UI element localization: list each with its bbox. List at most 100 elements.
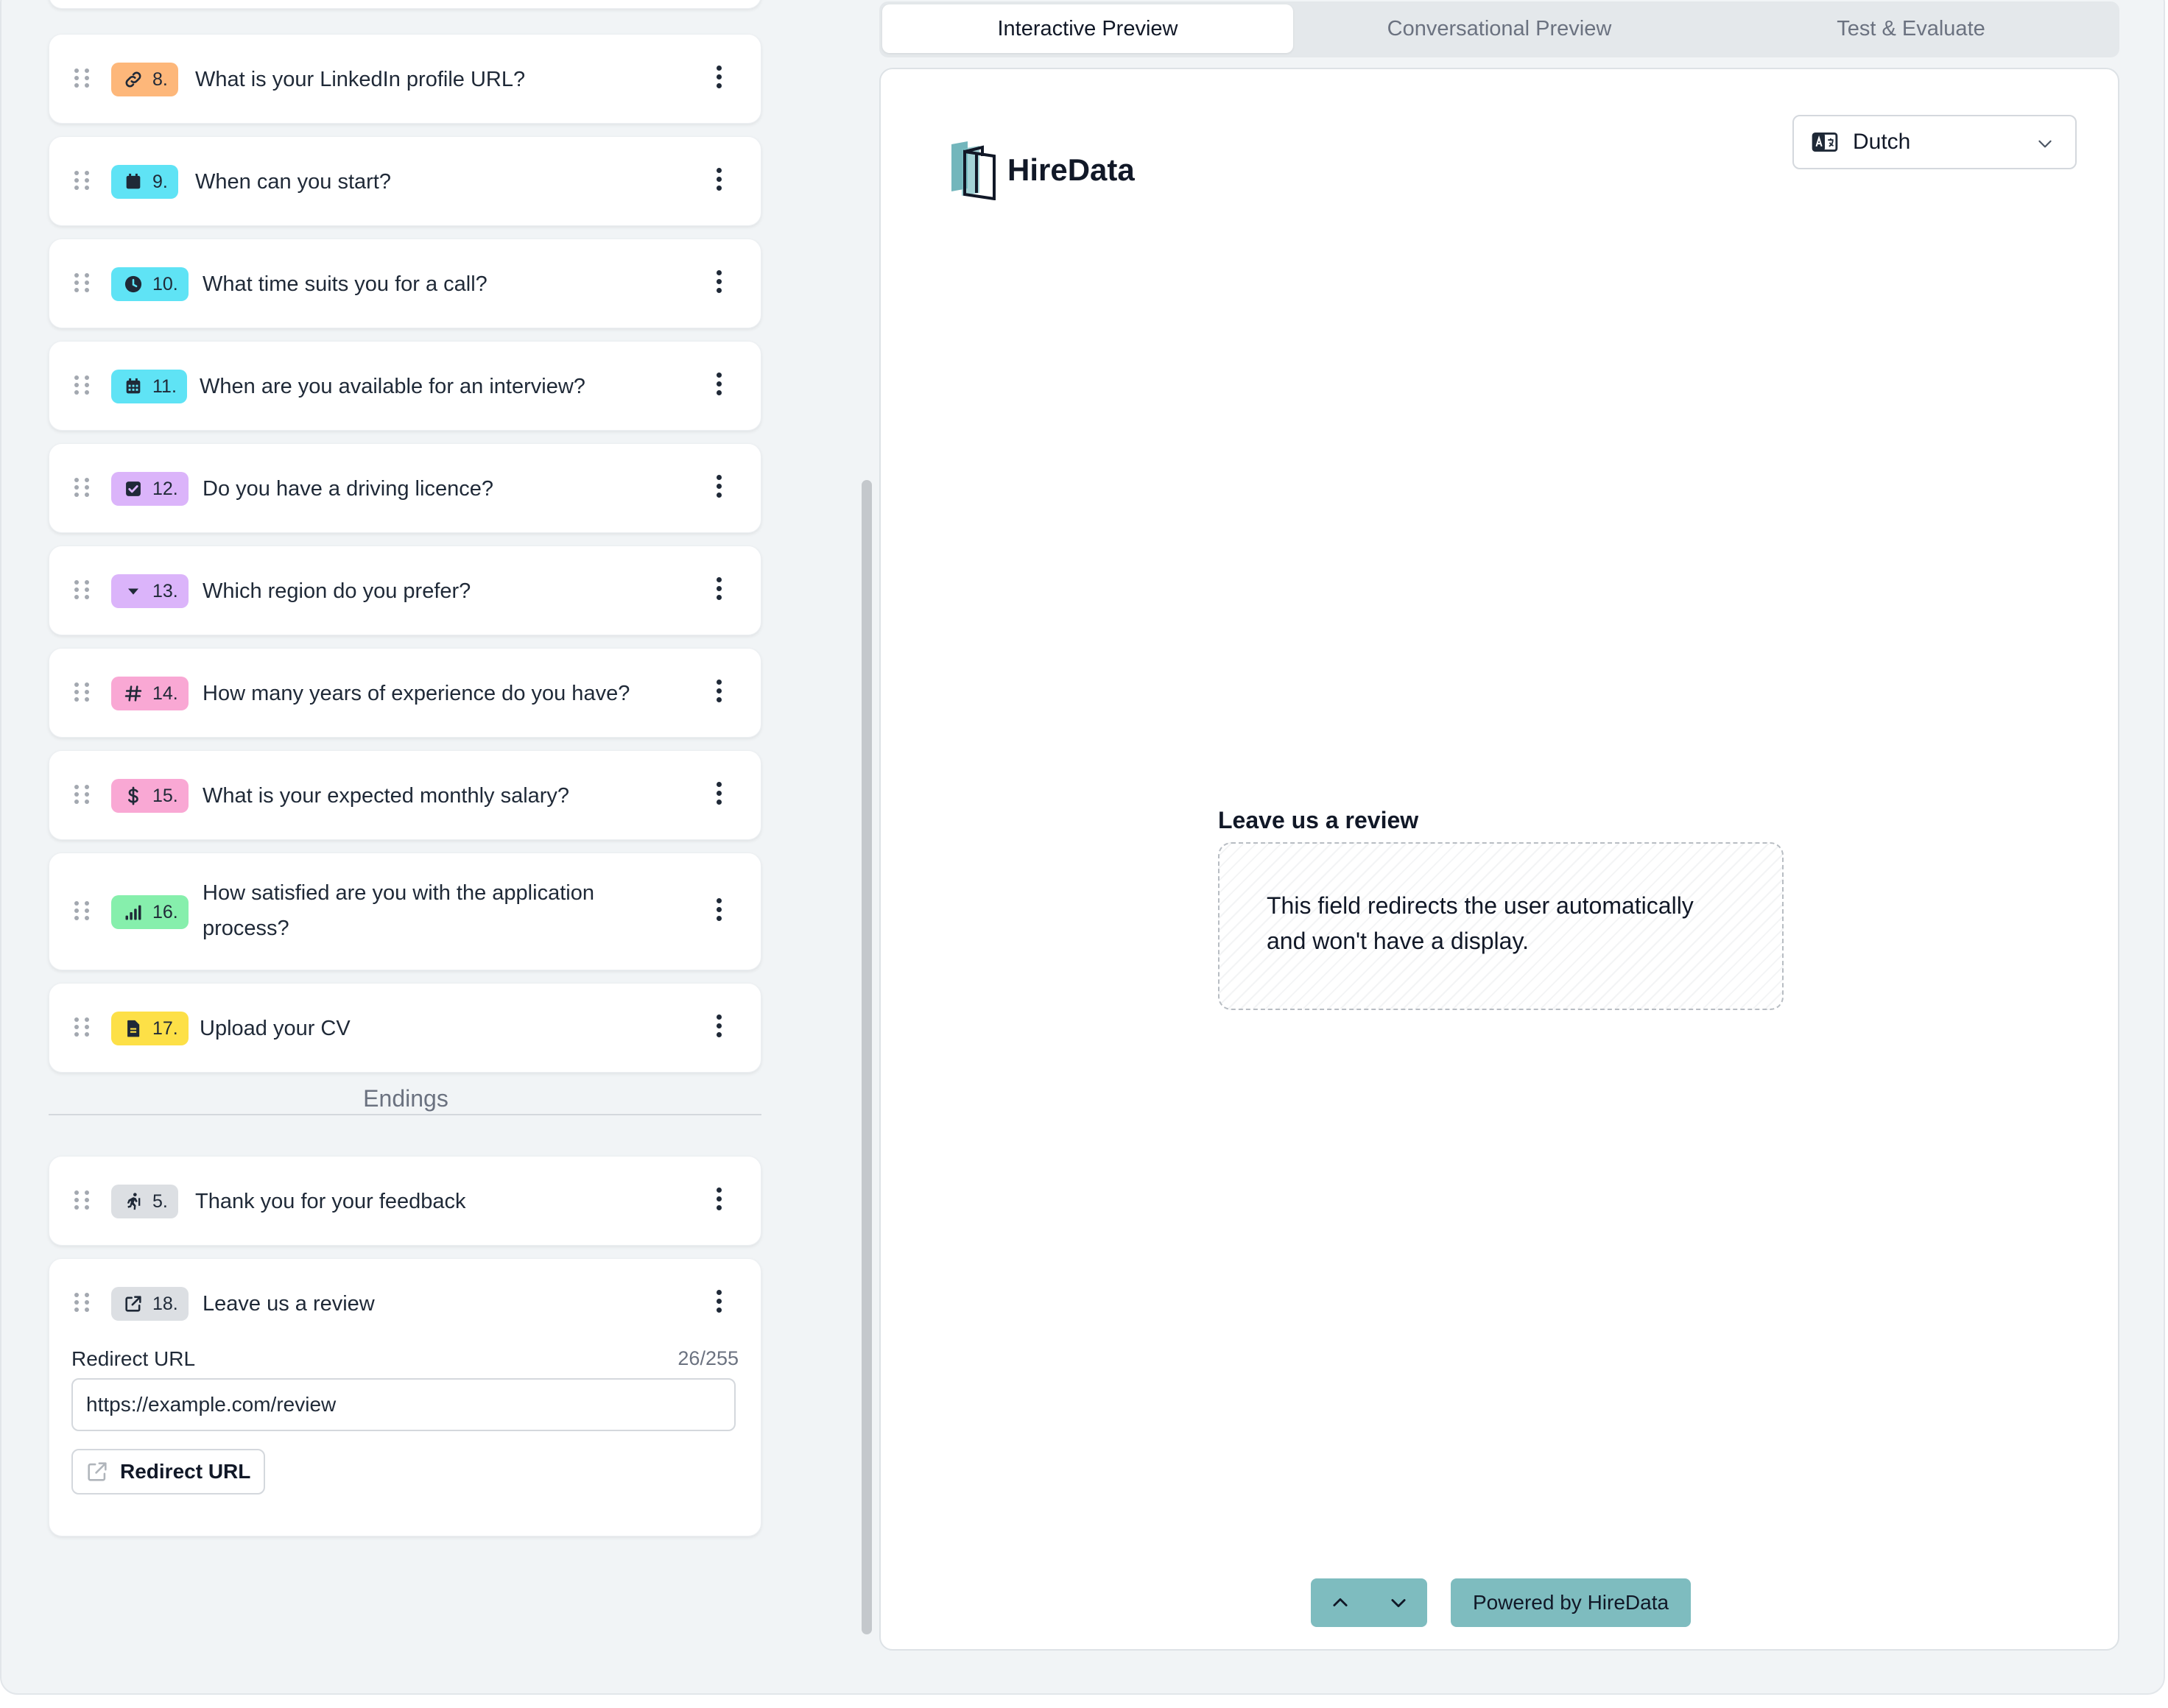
drag-handle-icon[interactable] xyxy=(74,901,89,920)
redirect-url-input[interactable]: https://example.com/review xyxy=(71,1378,736,1431)
redirect-url-button[interactable]: Redirect URL xyxy=(71,1449,266,1494)
preview-panel: HireData Dutch Leave us a review This fi… xyxy=(879,68,2119,1651)
question-text: When are you available for an interview? xyxy=(200,375,585,398)
tab-conversational-preview[interactable]: Conversational Preview xyxy=(1296,4,1703,53)
drag-handle-icon[interactable] xyxy=(74,1190,89,1210)
question-type-badge: 16. xyxy=(111,895,189,929)
hiredata-logo-icon xyxy=(951,141,996,200)
question-card[interactable]: 12. Do you have a driving licence? xyxy=(49,443,761,533)
powered-by-badge[interactable]: Powered by HireData xyxy=(1451,1578,1691,1627)
ending-card[interactable]: 5. Thank you for your feedback xyxy=(49,1156,761,1246)
more-options-icon[interactable] xyxy=(715,66,722,88)
question-card[interactable]: 14. How many years of experience do you … xyxy=(49,648,761,738)
drag-handle-icon[interactable] xyxy=(74,1293,89,1312)
question-type-badge: 17. xyxy=(111,1012,189,1045)
drag-handle-icon[interactable] xyxy=(74,68,89,88)
question-card[interactable]: 8. What is your LinkedIn profile URL? xyxy=(49,34,761,124)
question-type-badge: 10. xyxy=(111,267,189,301)
redirect-url-button-label: Redirect URL xyxy=(120,1460,251,1483)
hash-icon xyxy=(124,685,142,702)
question-card[interactable]: 11. When are you available for an interv… xyxy=(49,341,761,431)
question-list[interactable]: 8. What is your LinkedIn profile URL? 9.… xyxy=(1,0,841,1693)
drag-handle-icon[interactable] xyxy=(74,171,89,190)
external-link-icon xyxy=(125,1296,141,1312)
more-options-icon[interactable] xyxy=(715,1014,722,1037)
ending-card-expanded[interactable]: 18. Leave us a review Redirect URL 26/25… xyxy=(49,1258,761,1536)
question-number: 14. xyxy=(152,682,178,704)
preview-tabs: Interactive Preview Conversational Previ… xyxy=(879,1,2119,57)
chevron-down-icon xyxy=(1390,1599,1406,1608)
list-scrollbar[interactable] xyxy=(862,480,872,1634)
endings-heading: Endings xyxy=(351,1085,461,1112)
drag-handle-icon[interactable] xyxy=(74,478,89,497)
question-card[interactable]: 17. Upload your CV xyxy=(49,983,761,1073)
question-text: Do you have a driving licence? xyxy=(203,477,493,501)
question-card[interactable]: 15. What is your expected monthly salary… xyxy=(49,750,761,840)
question-card[interactable]: 16. How satisfied are you with the appli… xyxy=(49,853,761,970)
tab-interactive-preview[interactable]: Interactive Preview xyxy=(882,4,1293,53)
previous-button[interactable] xyxy=(1311,1578,1369,1627)
more-options-icon[interactable] xyxy=(715,680,722,702)
drag-handle-icon[interactable] xyxy=(74,1017,89,1037)
question-text: Which region do you prefer? xyxy=(203,579,471,603)
question-card[interactable]: 9. When can you start? xyxy=(49,136,761,226)
more-options-icon[interactable] xyxy=(715,782,722,805)
question-type-badge: 15. xyxy=(111,779,189,813)
more-options-icon[interactable] xyxy=(715,373,722,395)
question-text: How satisfied are you with the applicati… xyxy=(203,881,594,940)
more-options-icon[interactable] xyxy=(715,1188,722,1210)
language-value: Dutch xyxy=(1853,130,1911,154)
question-card[interactable]: 13. Which region do you prefer? xyxy=(49,546,761,635)
question-type-badge: 14. xyxy=(111,677,189,710)
more-options-icon[interactable] xyxy=(715,168,722,191)
brand-name: HireData xyxy=(1007,152,1135,187)
next-button[interactable] xyxy=(1369,1578,1427,1627)
drag-handle-icon[interactable] xyxy=(74,580,89,599)
question-text: Upload your CV xyxy=(200,1017,351,1040)
file-icon xyxy=(127,1020,140,1037)
ending-text: Leave us a review xyxy=(203,1292,375,1316)
question-text: What time suits you for a call? xyxy=(203,272,488,296)
review-field-title: Leave us a review xyxy=(1218,807,1419,833)
question-type-badge: 8. xyxy=(111,63,178,96)
question-type-badge: 11. xyxy=(111,370,187,403)
question-text: What is your LinkedIn profile URL? xyxy=(195,68,526,91)
navigation-buttons xyxy=(1311,1578,1427,1627)
language-icon xyxy=(1812,133,1838,152)
brand-logo: HireData xyxy=(950,140,1135,200)
question-number: 15. xyxy=(152,785,178,806)
ending-type-badge: 5. xyxy=(111,1185,178,1218)
drag-handle-icon[interactable] xyxy=(74,682,89,702)
question-number: 8. xyxy=(152,68,168,90)
clock-icon xyxy=(124,275,142,293)
drag-handle-icon[interactable] xyxy=(74,273,89,292)
question-number: 13. xyxy=(152,580,178,601)
language-select[interactable]: Dutch xyxy=(1792,115,2077,169)
redirect-notice: This field redirects the user automatica… xyxy=(1218,842,1784,1010)
ending-type-badge: 18. xyxy=(111,1287,189,1321)
app-frame: 8. What is your LinkedIn profile URL? 9.… xyxy=(0,0,2165,1695)
checkbox-icon xyxy=(126,481,141,496)
question-number: 12. xyxy=(152,478,178,499)
ending-number: 5. xyxy=(152,1190,168,1212)
question-number: 9. xyxy=(152,171,168,192)
question-card-previous[interactable] xyxy=(49,0,761,9)
chevron-down-icon xyxy=(2038,140,2052,148)
drag-handle-icon[interactable] xyxy=(74,375,89,395)
question-text: How many years of experience do you have… xyxy=(203,682,630,705)
question-text: When can you start? xyxy=(195,170,391,194)
tab-test-evaluate[interactable]: Test & Evaluate xyxy=(1706,4,2116,53)
signal-bars-icon xyxy=(125,905,141,920)
dropdown-icon xyxy=(128,588,138,595)
question-card[interactable]: 10. What time suits you for a call? xyxy=(49,239,761,328)
character-counter: 26/255 xyxy=(678,1347,739,1369)
more-options-icon[interactable] xyxy=(715,475,722,498)
question-number: 16. xyxy=(152,901,178,922)
more-options-icon[interactable] xyxy=(715,1290,722,1313)
exit-icon xyxy=(127,1193,141,1210)
drag-handle-icon[interactable] xyxy=(74,785,89,804)
question-type-badge: 13. xyxy=(111,574,189,608)
more-options-icon[interactable] xyxy=(715,270,722,293)
more-options-icon[interactable] xyxy=(715,898,722,921)
more-options-icon[interactable] xyxy=(715,577,722,600)
